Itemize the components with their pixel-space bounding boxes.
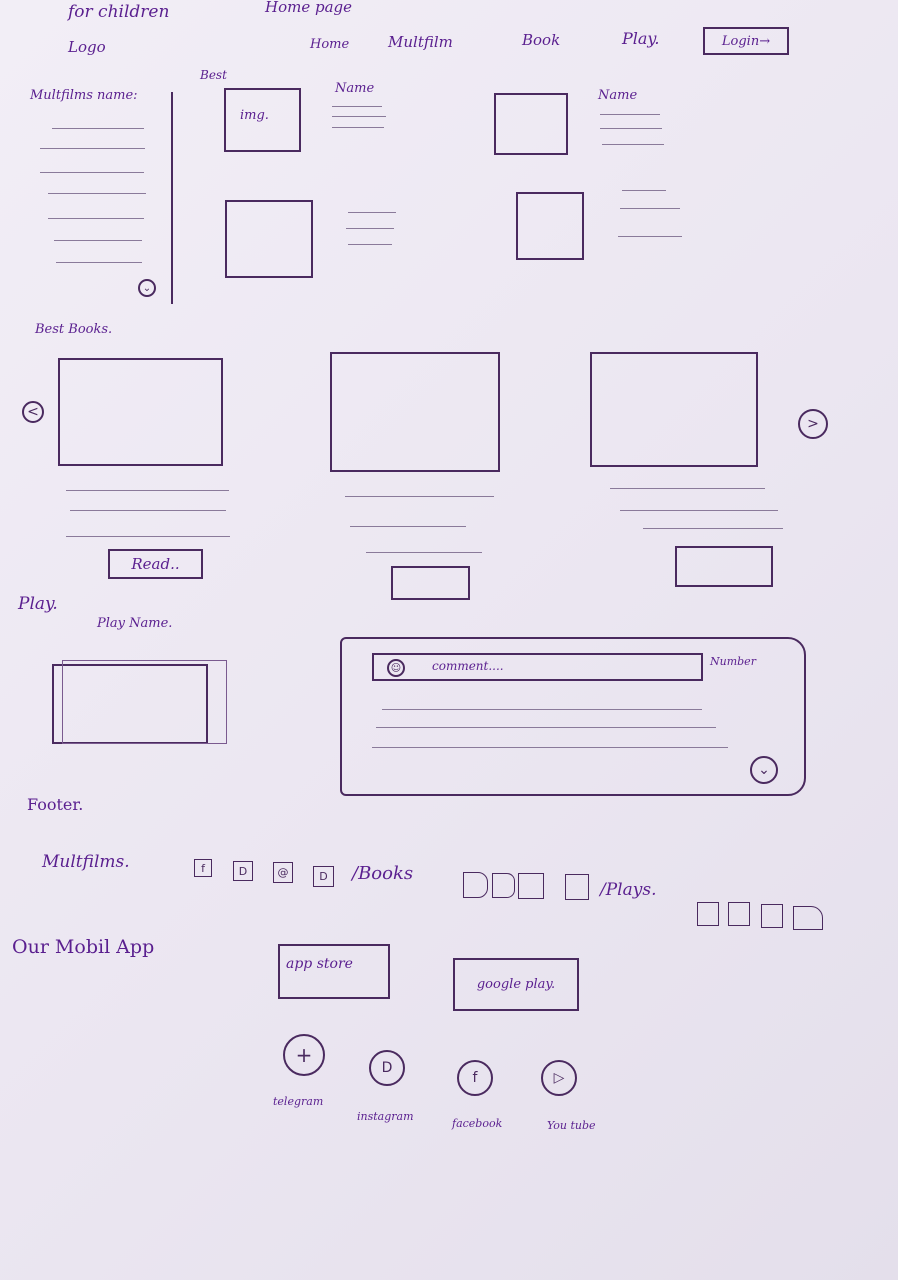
footer-books-label[interactable]: /Books (352, 863, 413, 884)
nav-book[interactable]: Book (522, 31, 560, 49)
sidebar-divider (171, 92, 173, 304)
text-line (600, 114, 660, 115)
text-line (348, 212, 396, 213)
text-line (643, 528, 783, 529)
nav-play[interactable]: Play. (622, 29, 659, 48)
text-line (70, 510, 226, 511)
play-section-title: Play. (18, 594, 58, 614)
tagline: for children (68, 2, 170, 22)
text-line (332, 127, 384, 128)
multfilm-icon[interactable]: D (313, 866, 334, 887)
chevron-down-icon[interactable]: ⌄ (138, 279, 156, 297)
nav-home[interactable]: Home (310, 37, 349, 52)
text-line (620, 208, 680, 209)
sidebar-line[interactable] (56, 262, 142, 263)
youtube-label[interactable]: You tube (547, 1119, 596, 1132)
sidebar-line[interactable] (40, 148, 145, 149)
play-name[interactable]: Play Name. (97, 616, 172, 631)
multfilm-thumbnail[interactable] (516, 192, 584, 260)
logo[interactable]: Logo (68, 38, 106, 56)
book-icon[interactable] (565, 874, 589, 900)
instagram-label[interactable]: instagram (357, 1110, 414, 1123)
multfilm-icon[interactable]: @ (273, 862, 293, 883)
img-label: img. (240, 108, 269, 123)
telegram-label[interactable]: telegram (273, 1095, 323, 1108)
text-line (618, 236, 682, 237)
multfilm-thumbnail[interactable] (225, 200, 313, 278)
multfilm-thumbnail[interactable] (494, 93, 568, 155)
book-cover[interactable] (58, 358, 223, 466)
multfilm-thumbnail[interactable]: img. (224, 88, 301, 152)
read-button[interactable] (391, 566, 470, 600)
text-line (620, 510, 778, 511)
comment-input[interactable]: ☺ comment.... (372, 653, 703, 681)
text-line (66, 490, 229, 491)
smiley-icon[interactable]: ☺ (387, 659, 405, 677)
text-line (346, 228, 394, 229)
play-icon[interactable] (793, 906, 823, 930)
comments-panel: ☺ comment.... Number ⌄ (340, 637, 806, 796)
multfilm-icon[interactable]: D (233, 861, 253, 881)
chevron-down-icon[interactable]: ⌄ (750, 756, 778, 784)
google-play-button[interactable]: google play. (453, 958, 579, 1011)
instagram-icon[interactable]: D (369, 1050, 405, 1086)
read-button[interactable]: Read.. (108, 549, 203, 579)
best-books-title: Best Books. (35, 322, 113, 337)
text-line (345, 496, 494, 497)
prev-arrow-icon[interactable]: < (22, 401, 44, 423)
book-cover[interactable] (590, 352, 758, 467)
sidebar-line[interactable] (52, 128, 144, 129)
facebook-label[interactable]: facebook (452, 1117, 502, 1130)
footer-title: Footer. (27, 795, 84, 814)
book-icon[interactable] (518, 873, 544, 899)
footer-plays-label[interactable]: /Plays. (600, 880, 656, 900)
play-icon[interactable] (728, 902, 750, 926)
book-icon[interactable] (492, 873, 515, 898)
sidebar-line[interactable] (40, 172, 144, 173)
comment-line (382, 709, 702, 710)
mobile-app-label: Our Mobil App (12, 936, 155, 958)
next-arrow-icon[interactable]: > (798, 409, 828, 439)
text-line (600, 128, 662, 129)
sidebar-line[interactable] (54, 240, 142, 241)
text-line (602, 144, 664, 145)
sidebar-line[interactable] (48, 218, 144, 219)
text-line (332, 116, 386, 117)
telegram-icon[interactable]: + (283, 1034, 325, 1076)
comment-placeholder: comment.... (432, 659, 504, 673)
footer-multfilms-label[interactable]: Multfilms. (42, 852, 130, 872)
multfilm-name[interactable]: Name (335, 81, 374, 96)
text-line (622, 190, 666, 191)
book-icon[interactable] (463, 872, 488, 898)
page-title: Home page (265, 0, 353, 16)
comment-line (372, 747, 728, 748)
text-line (348, 244, 392, 245)
multfilm-icon[interactable]: f (194, 859, 212, 877)
text-line (350, 526, 466, 527)
youtube-icon[interactable]: ▷ (541, 1060, 577, 1096)
read-button[interactable] (675, 546, 773, 587)
app-store-button[interactable]: app store (278, 944, 390, 999)
text-line (610, 488, 765, 489)
facebook-icon[interactable]: f (457, 1060, 493, 1096)
number-label: Number (710, 655, 756, 668)
play-thumbnail-shadow (62, 660, 227, 744)
comment-line (376, 727, 716, 728)
multfilm-name[interactable]: Name (598, 88, 637, 103)
multfilms-sidebar-title: Multfilms name: (30, 88, 138, 103)
text-line (332, 106, 382, 107)
play-icon[interactable] (697, 902, 719, 926)
best-label: Best (200, 68, 227, 82)
play-icon[interactable] (761, 904, 783, 928)
login-button[interactable]: Login→ (703, 27, 789, 55)
text-line (66, 536, 230, 537)
nav-multfilm[interactable]: Multfilm (388, 33, 453, 51)
text-line (366, 552, 482, 553)
book-cover[interactable] (330, 352, 500, 472)
sidebar-line[interactable] (48, 193, 146, 194)
